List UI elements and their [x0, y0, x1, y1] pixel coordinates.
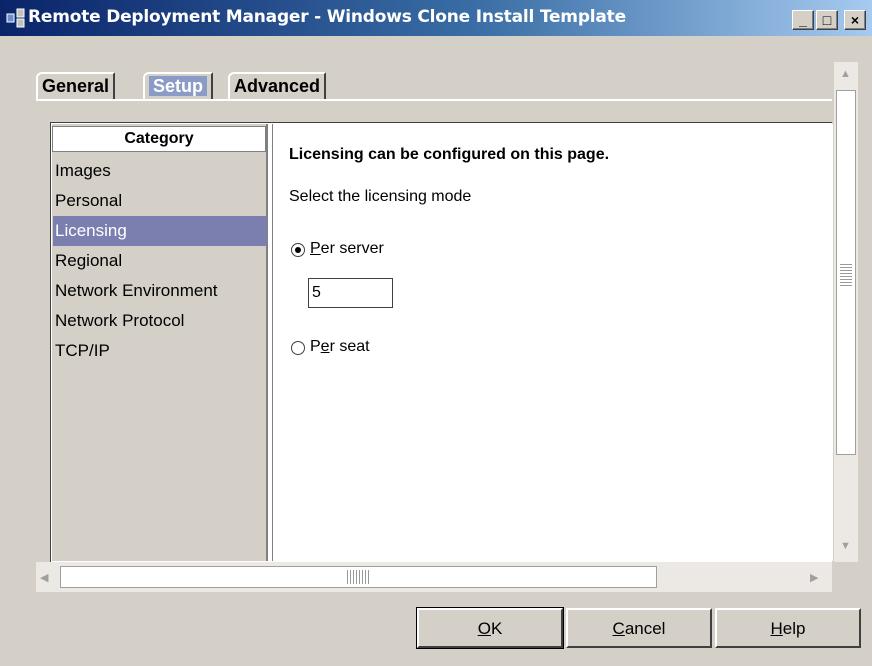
title-bar[interactable]: Remote Deployment Manager - Windows Clon…	[0, 0, 872, 36]
tab-divider	[36, 99, 832, 101]
category-item-licensing[interactable]: Licensing	[53, 216, 267, 246]
window-title: Remote Deployment Manager - Windows Clon…	[28, 7, 626, 27]
tab-general[interactable]: General	[36, 72, 116, 99]
help-button[interactable]: Help	[715, 608, 861, 648]
licensing-mode-prompt: Select the licensing mode	[289, 188, 472, 205]
category-item-regional[interactable]: Regional	[53, 246, 267, 276]
ok-button[interactable]: OK	[416, 607, 564, 649]
tab-setup[interactable]: Setup	[143, 72, 214, 99]
per-server-label[interactable]: Per server	[310, 240, 384, 258]
page-heading: Licensing can be configured on this page…	[289, 146, 610, 163]
scroll-up-icon[interactable]: ▲	[840, 68, 851, 80]
tab-advanced[interactable]: Advanced	[228, 72, 327, 99]
category-item-personal[interactable]: Personal	[53, 186, 267, 216]
category-header[interactable]: Category	[52, 126, 266, 152]
cancel-button[interactable]: Cancel	[566, 608, 712, 648]
app-icon	[6, 8, 25, 28]
dialog-window: Remote Deployment Manager - Windows Clon…	[0, 0, 872, 666]
scroll-left-icon[interactable]: ◀	[40, 571, 48, 584]
per-seat-radio[interactable]	[291, 341, 305, 355]
minimize-button[interactable]: _	[792, 10, 814, 30]
per-server-radio[interactable]	[291, 243, 305, 257]
category-item-tcpip[interactable]: TCP/IP	[53, 336, 267, 366]
category-item-images[interactable]: Images	[53, 156, 267, 186]
category-item-network-environment[interactable]: Network Environment	[53, 276, 267, 306]
scroll-right-icon[interactable]: ▶	[810, 571, 818, 584]
category-item-network-protocol[interactable]: Network Protocol	[53, 306, 267, 336]
grip-icon	[840, 264, 852, 286]
scroll-down-icon[interactable]: ▼	[840, 540, 851, 552]
per-seat-label[interactable]: Per seat	[310, 338, 370, 356]
grip-icon	[347, 570, 369, 584]
close-button[interactable]: ×	[844, 10, 866, 30]
maximize-button[interactable]: □	[816, 10, 838, 30]
server-count-input[interactable]: 5	[308, 278, 393, 308]
